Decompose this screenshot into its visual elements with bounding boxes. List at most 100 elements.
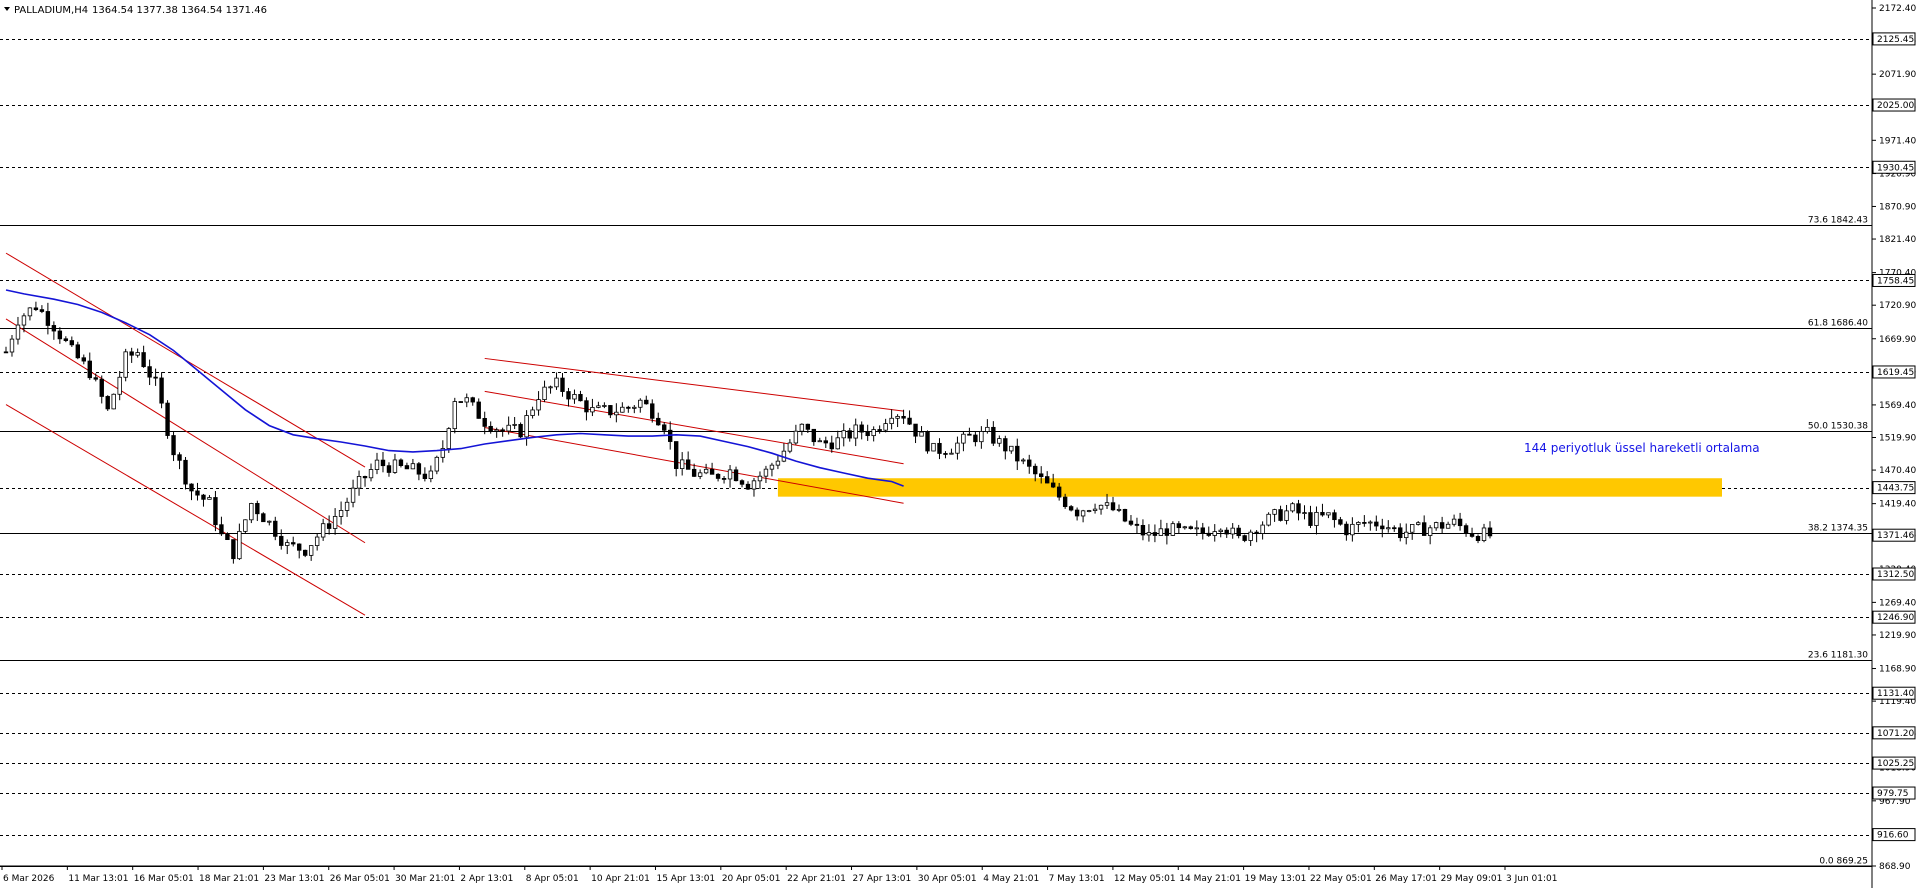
candle-body (1242, 535, 1247, 541)
candle-body (320, 523, 326, 538)
candle-body (255, 503, 260, 515)
candle (1290, 502, 1295, 513)
fib-label-2: 50.0 1530.38 (1808, 422, 1868, 432)
candle-body (1104, 502, 1110, 506)
candle-body (1021, 459, 1026, 462)
candle-body (111, 393, 116, 410)
level-label-1071.20: 1071.20 (1872, 726, 1916, 740)
candle-body (787, 442, 793, 452)
candle-body (1080, 510, 1086, 517)
candle-body (548, 386, 553, 389)
candle-body (141, 352, 146, 368)
candle-body (979, 431, 984, 443)
level-label-text: 2025.00 (1877, 101, 1914, 111)
level-label-text: 1443.75 (1877, 484, 1914, 494)
candle-body (733, 469, 739, 482)
candle-body (560, 377, 565, 392)
candle-body (1386, 527, 1391, 530)
candle-body (291, 542, 296, 545)
candle-body (428, 470, 434, 479)
candle-body (739, 480, 745, 485)
candle-body (1427, 527, 1433, 536)
candle-body (1392, 527, 1397, 530)
price-tick-label-14: 1470.40 (1879, 466, 1916, 476)
candle-body (703, 468, 709, 474)
level-label-2125.45: 2125.45 (1872, 32, 1916, 46)
symbol-title: PALLADIUM,H4 (14, 5, 88, 16)
price-chart[interactable]: 73.6 1842.43 61.8 1686.40 50.0 1530.38 38.2… (0, 0, 1916, 888)
candle-body (673, 441, 679, 469)
candle-body (805, 423, 811, 430)
chart-window: 73.6 1842.43 61.8 1686.40 50.0 1530.38 38.2… (0, 0, 1916, 888)
time-tick-label-12: 22 Apr 21:01 (787, 874, 846, 884)
candle-body (967, 433, 972, 436)
candle-body (267, 520, 272, 523)
candle-body (75, 344, 81, 359)
candle-body (961, 433, 966, 444)
time-tick-label-5: 26 Mar 05:01 (330, 874, 390, 884)
candle-body (1152, 532, 1158, 536)
candle-body (105, 396, 110, 410)
candle-body (308, 545, 314, 556)
time-tick-label-17: 12 May 05:01 (1114, 874, 1176, 884)
candle-body (476, 401, 481, 419)
candle-body (1332, 512, 1337, 521)
fib-label-0: 73.6 1842.43 (1808, 216, 1868, 226)
price-tick-label-2: 2071.90 (1879, 70, 1916, 80)
candle-body (1350, 523, 1355, 536)
candle-body (1230, 527, 1235, 535)
level-label-text: 979.75 (1877, 789, 1909, 799)
time-tick-label-13: 27 Apr 13:01 (853, 874, 912, 884)
candle-body (506, 424, 511, 432)
level-label-text: 1619.45 (1877, 368, 1914, 378)
candle-body (973, 434, 978, 443)
candle-body (1296, 503, 1301, 514)
candle-body (434, 456, 440, 472)
level-label-1312.50: 1312.50 (1872, 567, 1916, 581)
candle-body (1206, 532, 1211, 536)
candle-body (1260, 524, 1265, 534)
level-label-text: 1246.90 (1877, 613, 1914, 623)
candle (1170, 521, 1176, 536)
candle-body (745, 483, 751, 490)
candle-body (1302, 512, 1307, 515)
candle-body (1356, 522, 1361, 525)
candle-body (662, 424, 667, 431)
candle-body (33, 307, 39, 311)
candle-body (1314, 511, 1319, 526)
candle-body (1212, 531, 1217, 536)
candle-body (458, 401, 463, 403)
candle-body (757, 475, 763, 482)
candle-body (237, 530, 242, 560)
candle-body (302, 549, 308, 556)
candle-body (1380, 525, 1385, 530)
candle-body (955, 442, 960, 454)
candle-body (153, 376, 158, 379)
level-label-text: 1131.40 (1877, 689, 1914, 699)
candle-body (799, 423, 805, 432)
candle-body (1098, 504, 1104, 510)
candle-body (650, 403, 655, 419)
candle-body (1140, 524, 1146, 536)
candle-body (1415, 522, 1421, 525)
candle-body (1128, 520, 1134, 525)
candle-body (243, 519, 248, 532)
candle-body (566, 391, 571, 400)
candle-body (1122, 508, 1128, 522)
candle-body (225, 533, 230, 541)
time-tick-label-20: 22 May 05:01 (1310, 874, 1372, 884)
price-tick-label-4: 1971.40 (1879, 136, 1916, 146)
candle (261, 512, 266, 523)
level-label-1443.75: 1443.75 (1872, 481, 1916, 495)
candle-body (129, 351, 134, 356)
candle-body (1116, 508, 1122, 511)
price-tick-label-18: 1269.40 (1879, 598, 1916, 608)
chart-header: PALLADIUM,H4 1364.54 1377.38 1364.54 137… (4, 5, 267, 16)
price-tick-label-19: 1219.90 (1879, 631, 1916, 641)
candle-body (1050, 482, 1056, 488)
candle-body (93, 377, 98, 380)
candle (1122, 508, 1128, 523)
candle-body (572, 394, 577, 400)
candle-body (1074, 509, 1080, 517)
candle-body (793, 430, 799, 444)
